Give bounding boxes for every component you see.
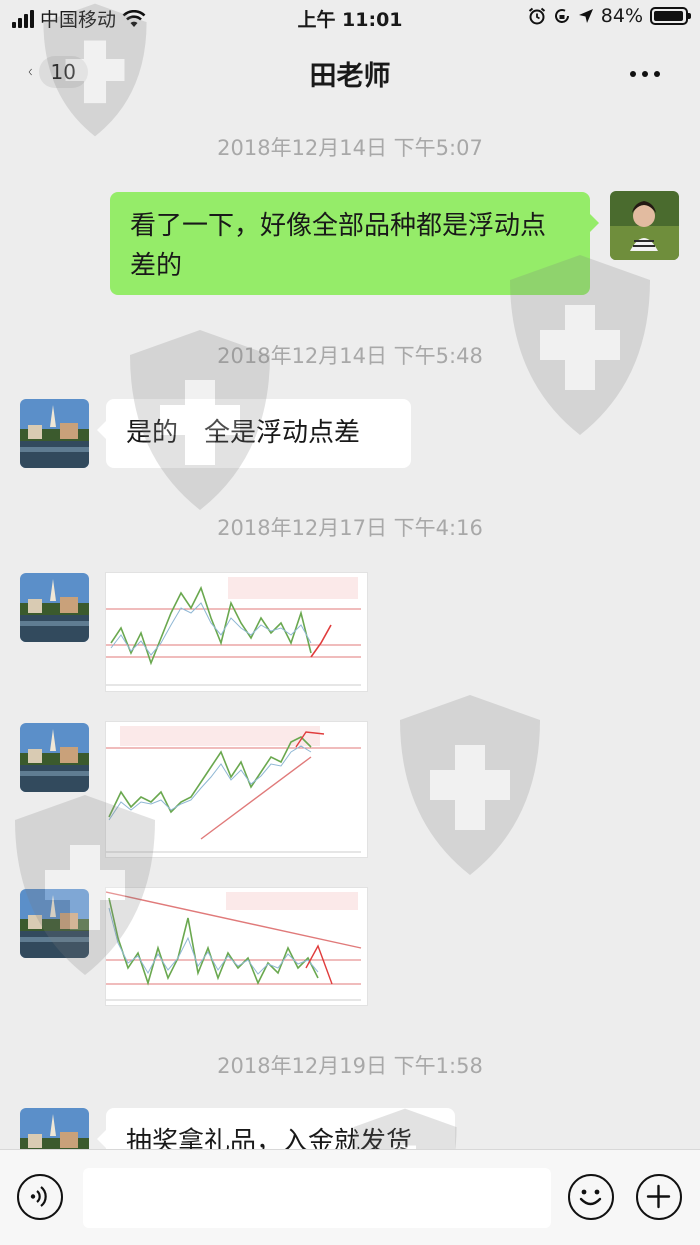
village-photo-icon	[20, 399, 89, 468]
more-functions-button[interactable]	[636, 1174, 682, 1220]
price-chart-thumbnail	[105, 888, 367, 1005]
timestamp: 2018年12月14日 下午5:07	[217, 136, 483, 160]
plus-icon	[646, 1184, 671, 1209]
village-photo-icon	[20, 889, 89, 958]
emoji-icon	[579, 1189, 602, 1206]
contact-avatar[interactable]	[20, 573, 89, 642]
battery-percent: 84%	[600, 5, 643, 27]
nav-bar: 10 田老师	[0, 34, 700, 110]
status-right: 84%	[528, 5, 691, 27]
price-chart-thumbnail	[106, 722, 367, 857]
message-input-bar	[0, 1149, 700, 1245]
village-photo-icon	[20, 723, 89, 792]
voice-icon	[30, 1186, 47, 1207]
voice-input-button[interactable]	[17, 1174, 63, 1220]
price-chart-thumbnail	[106, 573, 367, 691]
contact-avatar[interactable]	[20, 889, 89, 958]
message-bubble-self[interactable]: 看了一下，好像全部品种都是浮动点差的	[110, 192, 599, 295]
rotation-lock-icon	[554, 9, 569, 23]
more-options-button[interactable]	[630, 62, 670, 82]
timestamp: 2018年12月17日 下午4:16	[217, 516, 483, 540]
timestamp: 2018年12月14日 下午5:48	[217, 344, 483, 368]
emoji-button[interactable]	[568, 1174, 614, 1220]
location-icon	[578, 9, 593, 23]
chart-image-message[interactable]	[105, 572, 368, 692]
chat-title: 田老师	[309, 61, 391, 92]
chart-image-message[interactable]	[105, 721, 368, 858]
watermark-shield-icon	[400, 695, 540, 875]
contact-avatar[interactable]	[20, 399, 89, 468]
battery-icon	[650, 7, 691, 25]
village-photo-icon	[20, 573, 89, 642]
chart-image-message[interactable]	[105, 887, 368, 1006]
message-input[interactable]	[83, 1168, 551, 1228]
alarm-icon	[528, 7, 545, 25]
contact-avatar[interactable]	[20, 723, 89, 792]
timestamp: 2018年12月19日 下午1:58	[217, 1054, 483, 1078]
self-avatar[interactable]	[610, 191, 679, 260]
status-bar: 中国移动 上午 11:01 84%	[0, 0, 700, 34]
message-bubble-other[interactable]: 是的 全是浮动点差	[97, 399, 411, 468]
